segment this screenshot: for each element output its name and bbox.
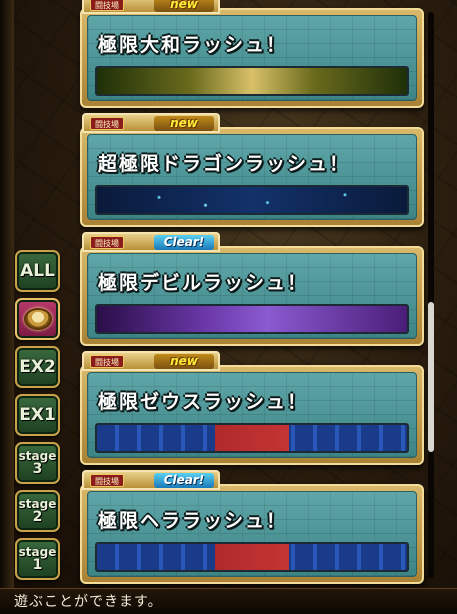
new-badge: new	[154, 0, 214, 12]
tab-all-label: ALL	[20, 261, 55, 281]
card-tag: 闘技場 new	[82, 113, 220, 133]
card-banner	[95, 542, 409, 572]
clear-badge: Clear!	[154, 235, 214, 250]
tab-ex2[interactable]: EX2	[15, 346, 60, 388]
tab-stage-1[interactable]: stage 1	[15, 538, 60, 580]
card-tag: 闘技場 Clear!	[82, 470, 220, 490]
card-tag: 闘技場 Clear!	[82, 232, 220, 252]
tab-stage-3[interactable]: stage 3	[15, 442, 60, 484]
tab-ex1-label: EX1	[19, 405, 56, 425]
card-body: 極限ゼウスラッシュ！	[87, 372, 417, 458]
new-badge: new	[154, 116, 214, 131]
tab-stage-2-num: 2	[32, 509, 43, 525]
message-bar: 遊ぶことができます。	[0, 588, 457, 614]
left-rail	[0, 0, 14, 614]
tab-stage-2[interactable]: stage 2	[15, 490, 60, 532]
card-body: 極限デビルラッシュ！	[87, 253, 417, 339]
dungeon-card-hera[interactable]: 闘技場 Clear! 極限ヘララッシュ！	[80, 470, 424, 584]
tab-ex1[interactable]: EX1	[15, 394, 60, 436]
card-body: 極限ヘララッシュ！	[87, 491, 417, 577]
tab-all[interactable]: ALL	[15, 250, 60, 292]
coliseum-icon	[23, 308, 52, 330]
card-banner	[95, 304, 409, 334]
tab-stage-3-num: 3	[32, 461, 43, 477]
coliseum-tag-label: 闘技場	[90, 236, 124, 249]
dungeon-card-yamato[interactable]: 闘技場 new 極限大和ラッシュ！	[80, 0, 424, 108]
card-title: 極限ゼウスラッシュ！	[98, 391, 309, 413]
card-title: 超極限ドラゴンラッシュ！	[98, 153, 351, 175]
card-banner	[95, 185, 409, 215]
card-body: 極限大和ラッシュ！	[87, 15, 417, 101]
message-text: 遊ぶことができます。	[14, 594, 163, 610]
coliseum-tag-label: 闘技場	[90, 117, 124, 130]
new-badge: new	[154, 354, 214, 369]
coliseum-tag-label: 闘技場	[90, 355, 124, 368]
card-title: 極限デビルラッシュ！	[98, 272, 309, 294]
tab-ex2-label: EX2	[19, 357, 56, 377]
card-body: 超極限ドラゴンラッシュ！	[87, 134, 417, 220]
card-banner	[95, 66, 409, 96]
dungeon-card-zeus[interactable]: 闘技場 new 極限ゼウスラッシュ！	[80, 351, 424, 465]
dungeon-card-devil[interactable]: 闘技場 Clear! 極限デビルラッシュ！	[80, 232, 424, 346]
dungeon-card-dragon[interactable]: 闘技場 new 超極限ドラゴンラッシュ！	[80, 113, 424, 227]
card-title: 極限大和ラッシュ！	[98, 34, 288, 56]
coliseum-tag-label: 闘技場	[90, 474, 124, 487]
scrollbar-thumb[interactable]	[428, 302, 434, 452]
clear-badge: Clear!	[154, 473, 214, 488]
card-title: 極限ヘララッシュ！	[98, 510, 288, 532]
coliseum-tag-label: 闘技場	[90, 0, 124, 11]
card-tag: 闘技場 new	[82, 0, 220, 14]
tab-coliseum[interactable]	[15, 298, 60, 340]
tab-stage-1-num: 1	[32, 557, 43, 573]
card-tag: 闘技場 new	[82, 351, 220, 371]
card-banner	[95, 423, 409, 453]
scrollbar[interactable]	[428, 12, 434, 578]
